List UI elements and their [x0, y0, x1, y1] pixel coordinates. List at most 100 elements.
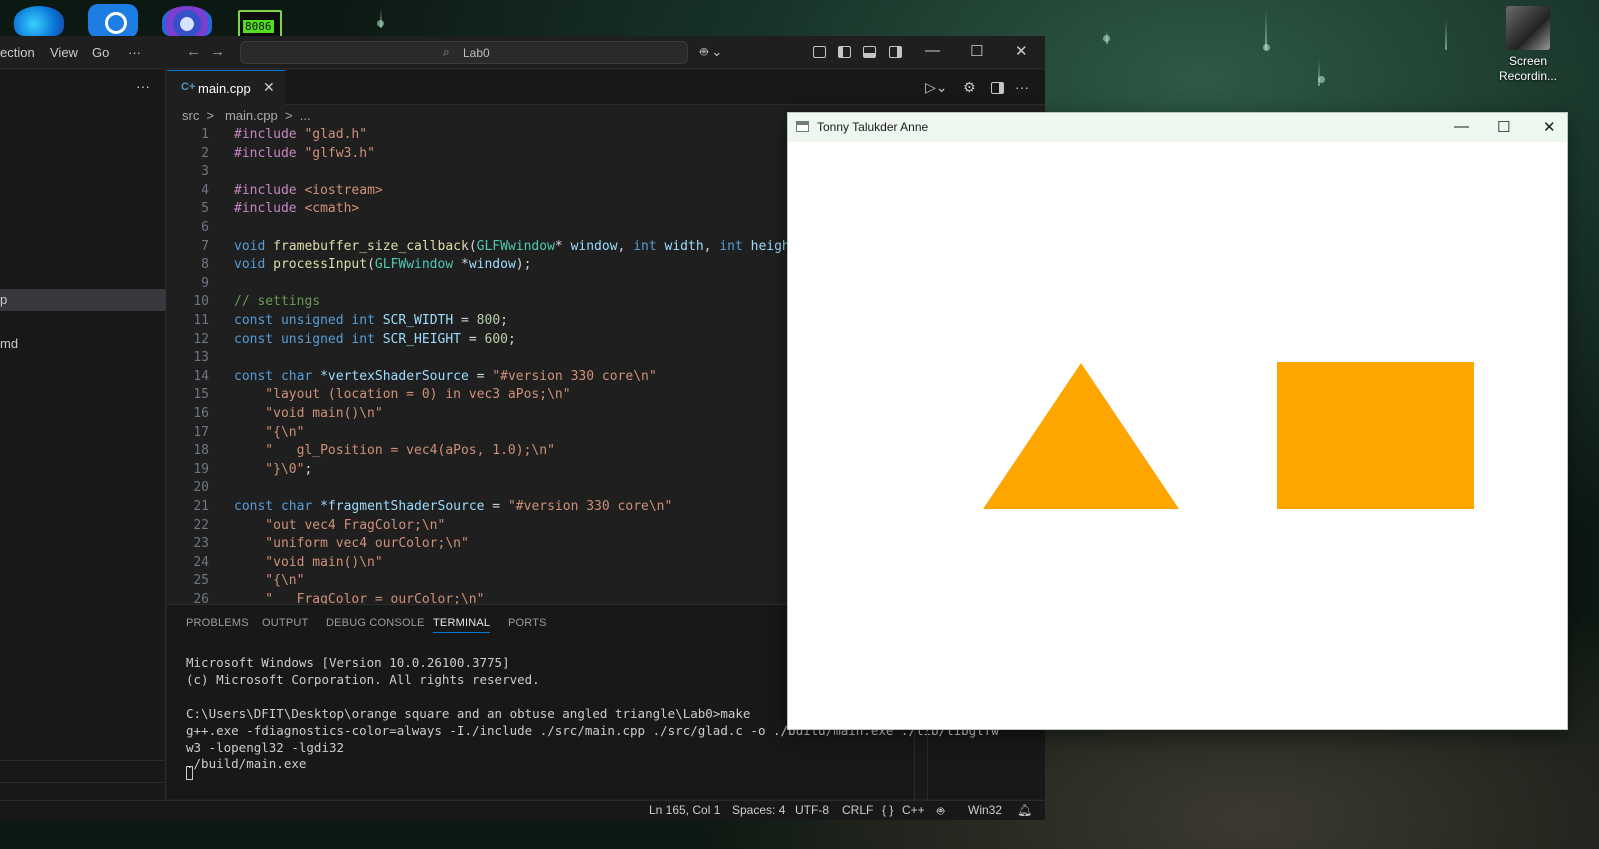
- terminal-cursor[interactable]: [186, 766, 193, 780]
- code-text: "void main()\n": [234, 554, 382, 572]
- code-line[interactable]: 1 #include "glad.h": [167, 126, 787, 144]
- sidebar-item-main-cpp[interactable]: p: [0, 292, 7, 307]
- code-line[interactable]: 9: [167, 275, 787, 293]
- toggle-panel-icon[interactable]: [863, 46, 876, 58]
- code-line[interactable]: 6: [167, 219, 787, 237]
- code-line[interactable]: 11 const unsigned int SCR_WIDTH = 800;: [167, 312, 787, 330]
- code-line[interactable]: 16 "void main()\n": [167, 405, 787, 423]
- toggle-secondary-sidebar-icon[interactable]: [889, 46, 902, 58]
- sidebar-more-icon[interactable]: ···: [136, 78, 150, 94]
- code-line[interactable]: 15 "layout (location = 0) in vec3 aPos;\…: [167, 386, 787, 404]
- opengl-canvas[interactable]: [788, 142, 1567, 729]
- code-token: unsigned: [280, 313, 352, 328]
- line-number: 23: [193, 536, 209, 552]
- more-actions-icon[interactable]: ···: [1015, 79, 1029, 95]
- code-line[interactable]: 18 " gl_Position = vec4(aPos, 1.0);\n": [167, 442, 787, 460]
- close-icon[interactable]: ✕: [1543, 118, 1556, 136]
- code-token: ;: [304, 461, 313, 477]
- copilot-icon[interactable]: 🤖︎ ⌄: [700, 44, 722, 62]
- tab-output[interactable]: OUTPUT: [262, 617, 308, 629]
- line-number: 26: [193, 592, 209, 604]
- code-token: framebuffer_size_callback: [273, 238, 469, 254]
- status-encoding[interactable]: UTF-8: [795, 803, 829, 817]
- code-line[interactable]: 12 const unsigned int SCR_HEIGHT = 600;: [167, 331, 787, 349]
- status-cursor-position[interactable]: Ln 165, Col 1: [649, 803, 720, 817]
- code-text: void framebuffer_size_callback(GLFWwindo…: [234, 238, 787, 256]
- close-icon[interactable]: ✕: [1015, 42, 1028, 60]
- toggle-primary-sidebar-icon[interactable]: [838, 46, 851, 58]
- minimize-icon[interactable]: —: [1454, 118, 1469, 135]
- minimize-icon[interactable]: —: [925, 42, 940, 59]
- code-line[interactable]: 3: [167, 163, 787, 181]
- code-line[interactable]: 14 const char *vertexShaderSource = "#ver…: [167, 368, 787, 386]
- command-center-search[interactable]: ⌕ Lab0: [240, 41, 688, 64]
- code-token: char: [280, 368, 321, 384]
- layout-customize-icon[interactable]: [813, 46, 826, 58]
- gear-icon[interactable]: ⚙: [963, 79, 976, 96]
- status-eol[interactable]: CRLF: [842, 803, 873, 817]
- code-line[interactable]: 20: [167, 479, 787, 497]
- code-line[interactable]: 13: [167, 349, 787, 367]
- menu-more[interactable]: ···: [128, 45, 141, 60]
- maximize-icon[interactable]: ☐: [970, 42, 983, 60]
- tab-main-cpp[interactable]: C+ main.cpp ✕: [167, 70, 285, 105]
- code-line[interactable]: 21 const char *fragmentShaderSource = "#v…: [167, 498, 787, 516]
- menu-selection[interactable]: ection: [0, 45, 35, 60]
- line-number: 15: [193, 387, 209, 403]
- code-editor[interactable]: 1 #include "glad.h" 2 #include "glfw3.h" 3 4 #…: [167, 126, 787, 604]
- panel-divider: [914, 731, 915, 800]
- back-arrow-icon[interactable]: ←: [186, 43, 201, 60]
- status-braces-icon: { }: [882, 803, 894, 817]
- code-line[interactable]: 25 "{\n": [167, 572, 787, 590]
- line-number: 10: [193, 294, 209, 310]
- code-line[interactable]: 10 // settings: [167, 293, 787, 311]
- share-icon[interactable]: [88, 4, 138, 38]
- code-line[interactable]: 26 " FragColor = ourColor;\n": [167, 591, 787, 604]
- code-line[interactable]: 8 void processInput(GLFWwindow *window);: [167, 256, 787, 274]
- terminal-line: (c) Microsoft Corporation. All rights re…: [186, 672, 540, 687]
- code-line[interactable]: 5 #include <cmath>: [167, 200, 787, 218]
- tab-close-icon[interactable]: ✕: [263, 79, 275, 96]
- tab-ports[interactable]: PORTS: [508, 617, 547, 629]
- status-language[interactable]: C++: [902, 803, 925, 817]
- code-line[interactable]: 4 #include <iostream>: [167, 182, 787, 200]
- code-token: =: [461, 331, 485, 347]
- code-text: const unsigned int SCR_WIDTH = 800;: [234, 312, 508, 330]
- sidebar-item-readme[interactable]: md: [0, 336, 18, 351]
- tab-terminal[interactable]: TERMINAL: [433, 617, 491, 633]
- menu-view[interactable]: View: [50, 45, 78, 60]
- line-number: 19: [193, 461, 209, 477]
- forward-arrow-icon[interactable]: →: [210, 43, 225, 60]
- code-token: int: [351, 313, 383, 328]
- bell-icon[interactable]: 🔔︎: [1017, 803, 1032, 817]
- code-token: "}\0": [234, 461, 305, 477]
- code-line[interactable]: 17 "{\n": [167, 424, 787, 442]
- code-token: ,: [703, 238, 720, 254]
- status-indentation[interactable]: Spaces: 4: [732, 803, 785, 817]
- line-number: 25: [193, 573, 209, 589]
- code-token: ,: [617, 238, 634, 254]
- tab-label: main.cpp: [198, 81, 251, 96]
- code-token: "#version 330 core\n": [492, 368, 657, 384]
- edge-icon[interactable]: [14, 6, 64, 36]
- copilot-status-icon[interactable]: 🤖︎: [937, 803, 944, 820]
- code-line[interactable]: 2 #include "glfw3.h": [167, 145, 787, 163]
- code-line[interactable]: 23 "uniform vec4 ourColor;\n": [167, 535, 787, 553]
- code-line[interactable]: 19 "}\0";: [167, 461, 787, 479]
- code-line[interactable]: 24 "void main()\n": [167, 554, 787, 572]
- menu-go[interactable]: Go: [92, 45, 109, 60]
- status-platform[interactable]: Win32: [968, 803, 1002, 817]
- editor-tabbar: C+ main.cpp ✕ ▷⌄ ⚙ ···: [167, 70, 1045, 105]
- run-debug-icon[interactable]: ▷⌄: [925, 79, 948, 96]
- screen-recording-shortcut[interactable]: Screen Recordin...: [1498, 6, 1558, 84]
- tab-debug-console[interactable]: DEBUG CONSOLE: [326, 617, 425, 629]
- code-line[interactable]: 22 "out vec4 FragColor;\n": [167, 517, 787, 535]
- breadcrumb[interactable]: src > main.cpp > ...: [182, 108, 311, 123]
- tab-problems[interactable]: PROBLEMS: [186, 617, 249, 629]
- browser-icon[interactable]: [162, 6, 212, 36]
- code-line[interactable]: 7 void framebuffer_size_callback(GLFWwind…: [167, 238, 787, 256]
- line-number: 14: [193, 368, 209, 384]
- split-editor-icon[interactable]: [991, 82, 1004, 94]
- app-window-icon: [796, 121, 809, 132]
- maximize-icon[interactable]: ☐: [1497, 118, 1510, 136]
